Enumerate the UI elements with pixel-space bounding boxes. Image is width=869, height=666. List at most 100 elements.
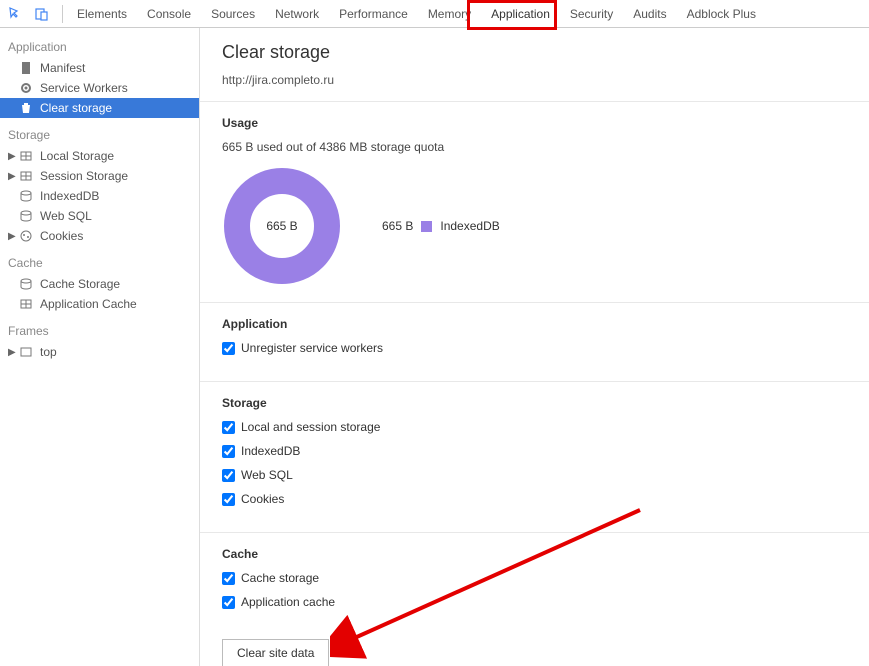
- inspect-icon[interactable]: [6, 4, 26, 24]
- section-heading: Storage: [222, 396, 847, 410]
- checkbox-websql[interactable]: Web SQL: [222, 468, 847, 482]
- sidebar-item-application-cache[interactable]: Application Cache: [0, 294, 199, 314]
- checkbox-input[interactable]: [222, 342, 235, 355]
- sidebar-group-application: Application Manifest Service Workers Cle…: [0, 34, 199, 118]
- usage-text: 665 B used out of 4386 MB storage quota: [222, 140, 847, 154]
- checkbox-label: Application cache: [241, 595, 335, 609]
- legend-value: 665 B: [382, 219, 413, 233]
- device-toggle-icon[interactable]: [32, 4, 52, 24]
- chevron-right-icon: ▶: [8, 171, 18, 182]
- checkbox-input[interactable]: [222, 572, 235, 585]
- legend-swatch: [421, 221, 432, 232]
- tab-memory[interactable]: Memory: [418, 0, 481, 27]
- checkbox-label: Local and session storage: [241, 420, 380, 434]
- section-cache: Cache Cache storage Application cache: [200, 532, 869, 635]
- sidebar-item-label: Clear storage: [40, 101, 112, 115]
- sidebar-item-indexeddb[interactable]: IndexedDB: [0, 186, 199, 206]
- sidebar-group-title: Frames: [0, 318, 199, 342]
- donut-center-label: 665 B: [266, 219, 297, 233]
- sidebar-item-websql[interactable]: Web SQL: [0, 206, 199, 226]
- page-title: Clear storage: [222, 42, 847, 63]
- sidebar-item-label: Cookies: [40, 229, 83, 243]
- chevron-right-icon: ▶: [8, 151, 18, 162]
- main-area: Application Manifest Service Workers Cle…: [0, 28, 869, 666]
- checkbox-cache-storage[interactable]: Cache storage: [222, 571, 847, 585]
- sidebar-group-cache: Cache Cache Storage Application Cache: [0, 250, 199, 314]
- checkbox-input[interactable]: [222, 596, 235, 609]
- sidebar-group-title: Cache: [0, 250, 199, 274]
- sidebar-item-label: Web SQL: [40, 209, 92, 223]
- grid-icon: [18, 297, 34, 311]
- devtools-topbar: Elements Console Sources Network Perform…: [0, 0, 869, 28]
- sidebar-item-label: Session Storage: [40, 169, 128, 183]
- sidebar-item-cache-storage[interactable]: Cache Storage: [0, 274, 199, 294]
- section-heading: Application: [222, 317, 847, 331]
- sidebar-group-title: Application: [0, 34, 199, 58]
- sidebar-item-label: Manifest: [40, 61, 85, 75]
- tab-audits[interactable]: Audits: [623, 0, 676, 27]
- checkbox-indexeddb[interactable]: IndexedDB: [222, 444, 847, 458]
- legend-label: IndexedDB: [440, 219, 499, 233]
- grid-icon: [18, 149, 34, 163]
- sidebar: Application Manifest Service Workers Cle…: [0, 28, 200, 666]
- db-icon: [18, 277, 34, 291]
- tab-sources[interactable]: Sources: [201, 0, 265, 27]
- tab-adblock-plus[interactable]: Adblock Plus: [677, 0, 766, 27]
- usage-chart-row: 665 B 665 B IndexedDB: [222, 166, 847, 286]
- checkbox-app-cache[interactable]: Application cache: [222, 595, 847, 609]
- toolbar-separator: [62, 5, 63, 23]
- grid-icon: [18, 169, 34, 183]
- cookie-icon: [18, 229, 34, 243]
- usage-legend: 665 B IndexedDB: [382, 219, 500, 233]
- sidebar-group-title: Storage: [0, 122, 199, 146]
- section-application: Application Unregister service workers: [200, 302, 869, 381]
- tab-elements[interactable]: Elements: [67, 0, 137, 27]
- sidebar-item-manifest[interactable]: Manifest: [0, 58, 199, 78]
- trash-icon: [18, 101, 34, 115]
- content-header: Clear storage http://jira.completo.ru: [200, 42, 869, 87]
- db-icon: [18, 209, 34, 223]
- tab-console[interactable]: Console: [137, 0, 201, 27]
- checkbox-unregister-sw[interactable]: Unregister service workers: [222, 341, 847, 355]
- chevron-right-icon: ▶: [8, 347, 18, 358]
- sidebar-item-label: Cache Storage: [40, 277, 120, 291]
- sidebar-item-cookies[interactable]: ▶ Cookies: [0, 226, 199, 246]
- checkbox-label: Unregister service workers: [241, 341, 383, 355]
- db-icon: [18, 189, 34, 203]
- sidebar-item-label: Service Workers: [40, 81, 128, 95]
- checkbox-label: Cache storage: [241, 571, 319, 585]
- doc-icon: [18, 61, 34, 75]
- clear-site-data-button[interactable]: Clear site data: [222, 639, 329, 666]
- sidebar-group-frames: Frames ▶ top: [0, 318, 199, 362]
- gear-icon: [18, 81, 34, 95]
- usage-donut-chart: 665 B: [222, 166, 342, 286]
- section-clear-button: Clear site data: [200, 635, 869, 666]
- sidebar-item-service-workers[interactable]: Service Workers: [0, 78, 199, 98]
- checkbox-label: Web SQL: [241, 468, 293, 482]
- checkbox-input[interactable]: [222, 421, 235, 434]
- section-heading: Cache: [222, 547, 847, 561]
- tab-application[interactable]: Application: [481, 0, 560, 27]
- checkbox-input[interactable]: [222, 493, 235, 506]
- tab-network[interactable]: Network: [265, 0, 329, 27]
- sidebar-item-local-storage[interactable]: ▶ Local Storage: [0, 146, 199, 166]
- tab-performance[interactable]: Performance: [329, 0, 418, 27]
- checkbox-input[interactable]: [222, 445, 235, 458]
- tab-security[interactable]: Security: [560, 0, 623, 27]
- sidebar-item-label: top: [40, 345, 57, 359]
- section-heading: Usage: [222, 116, 847, 130]
- sidebar-item-label: Local Storage: [40, 149, 114, 163]
- chevron-right-icon: ▶: [8, 231, 18, 242]
- sidebar-item-session-storage[interactable]: ▶ Session Storage: [0, 166, 199, 186]
- checkbox-local-session[interactable]: Local and session storage: [222, 420, 847, 434]
- checkbox-label: Cookies: [241, 492, 284, 506]
- checkbox-cookies[interactable]: Cookies: [222, 492, 847, 506]
- section-storage: Storage Local and session storage Indexe…: [200, 381, 869, 532]
- sidebar-item-clear-storage[interactable]: Clear storage: [0, 98, 199, 118]
- sidebar-item-label: Application Cache: [40, 297, 137, 311]
- content: Clear storage http://jira.completo.ru Us…: [200, 28, 869, 666]
- checkbox-input[interactable]: [222, 469, 235, 482]
- section-usage: Usage 665 B used out of 4386 MB storage …: [200, 101, 869, 302]
- frame-icon: [18, 345, 34, 359]
- sidebar-item-top[interactable]: ▶ top: [0, 342, 199, 362]
